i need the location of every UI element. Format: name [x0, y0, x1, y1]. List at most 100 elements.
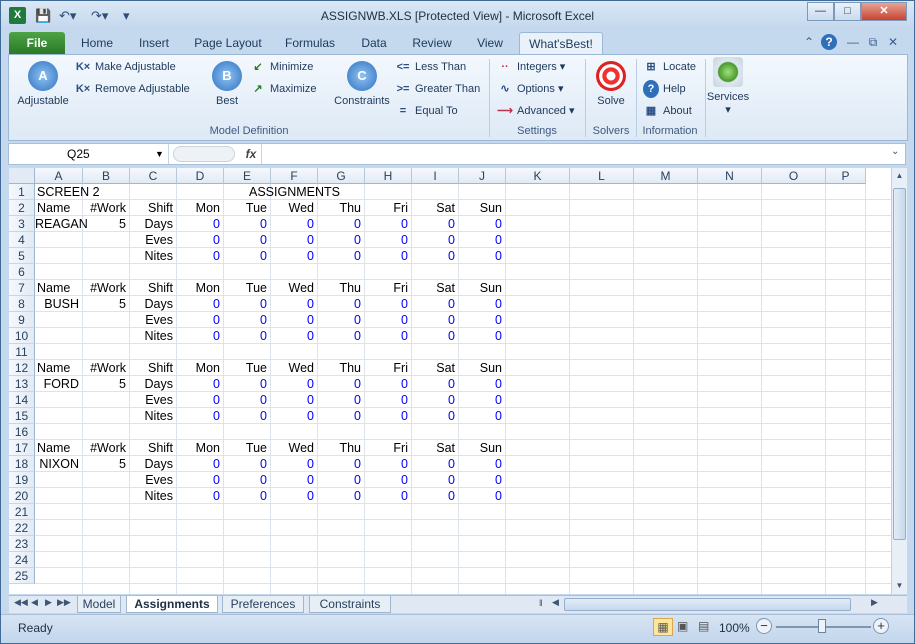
cell-person-name[interactable]: BUSH [35, 296, 79, 312]
row-header[interactable]: 5 [9, 248, 35, 264]
row-header[interactable]: 6 [9, 264, 35, 280]
cell-day-header[interactable]: Tue [224, 360, 267, 376]
cell-assignment-value[interactable]: 0 [224, 312, 267, 328]
cell-day-header[interactable]: Mon [177, 440, 220, 456]
cell-assignment-value[interactable]: 0 [224, 296, 267, 312]
cell-assignment-value[interactable]: 0 [412, 456, 455, 472]
cell-work-count[interactable]: 5 [83, 216, 126, 232]
row-header[interactable]: 12 [9, 360, 35, 376]
expand-formula-bar-icon[interactable]: ⌄ [891, 146, 899, 157]
tab-review[interactable]: Review [405, 32, 459, 54]
best-button[interactable]: B Best [207, 61, 247, 107]
page-break-view-icon[interactable]: ▤ [698, 619, 709, 633]
cell-day-header[interactable]: Sat [412, 200, 455, 216]
help-icon[interactable]: ? [821, 34, 837, 50]
cell-assignment-value[interactable]: 0 [459, 216, 502, 232]
cell-assignment-value[interactable]: 0 [224, 408, 267, 424]
cell-assignment-value[interactable]: 0 [412, 232, 455, 248]
cell-day-header[interactable]: Tue [224, 440, 267, 456]
cell-assignment-value[interactable]: 0 [177, 216, 220, 232]
cell-shift-label[interactable]: Days [130, 376, 173, 392]
cell-assignment-value[interactable]: 0 [271, 312, 314, 328]
workbook-restore-icon[interactable]: ⧉ [865, 34, 881, 50]
cell-assignment-value[interactable]: 0 [412, 472, 455, 488]
cell-day-header[interactable]: Wed [271, 280, 314, 296]
cell-day-header[interactable]: Sat [412, 280, 455, 296]
cell-assignment-value[interactable]: 0 [224, 456, 267, 472]
column-header[interactable]: M [634, 168, 698, 184]
cell-day-header[interactable]: Tue [224, 200, 267, 216]
cell-assignment-value[interactable]: 0 [318, 232, 361, 248]
cell-assignment-value[interactable]: 0 [459, 488, 502, 504]
cell-assignment-value[interactable]: 0 [459, 232, 502, 248]
cell-assignment-value[interactable]: 0 [365, 472, 408, 488]
tab-split-handle-icon[interactable]: ‖ [539, 598, 543, 608]
row-header[interactable]: 4 [9, 232, 35, 248]
workbook-close-icon[interactable]: ✕ [885, 34, 901, 50]
cell-assignment-value[interactable]: 0 [412, 248, 455, 264]
cell-assignment-value[interactable]: 0 [459, 296, 502, 312]
cell-shift-label[interactable]: Nites [130, 328, 173, 344]
cell-assignment-value[interactable]: 0 [412, 296, 455, 312]
adjustable-button[interactable]: A Adjustable [13, 61, 73, 107]
cell-assignment-value[interactable]: 0 [412, 408, 455, 424]
cell-assignment-value[interactable]: 0 [271, 376, 314, 392]
cell-assignment-value[interactable]: 0 [271, 328, 314, 344]
cell-assignment-value[interactable]: 0 [459, 408, 502, 424]
cell-shift-label[interactable]: Days [130, 296, 173, 312]
first-sheet-icon[interactable]: ◀◀ [14, 597, 28, 608]
column-header[interactable]: L [570, 168, 634, 184]
cell-assignment-value[interactable]: 0 [365, 248, 408, 264]
workbook-minimize-icon[interactable]: — [845, 34, 861, 50]
cell-shift-header[interactable]: Shift [130, 200, 173, 216]
cell-work-header[interactable]: #Work [83, 280, 126, 296]
cell-assignment-value[interactable]: 0 [224, 392, 267, 408]
column-header[interactable]: E [224, 168, 271, 184]
make-adjustable-button[interactable]: K× Make Adjustable [75, 58, 176, 76]
integers-dropdown[interactable]: ·· Integers ▾ [497, 58, 565, 76]
cell-assignment-value[interactable]: 0 [412, 488, 455, 504]
row-header[interactable]: 11 [9, 344, 35, 360]
cell-day-header[interactable]: Sat [412, 440, 455, 456]
tab-home[interactable]: Home [71, 32, 123, 54]
row-header[interactable]: 3 [9, 216, 35, 232]
cell-assignment-value[interactable]: 0 [412, 392, 455, 408]
cell-assignment-value[interactable]: 0 [318, 296, 361, 312]
cell-assignment-value[interactable]: 0 [365, 456, 408, 472]
cell-assignment-value[interactable]: 0 [271, 408, 314, 424]
cell-work-count[interactable]: 5 [83, 456, 126, 472]
cell-day-header[interactable]: Thu [318, 440, 361, 456]
cell-shift-label[interactable]: Days [130, 456, 173, 472]
scroll-right-icon[interactable]: ▶ [871, 597, 878, 608]
cell-assignment-value[interactable]: 0 [224, 248, 267, 264]
row-header[interactable]: 2 [9, 200, 35, 216]
cell-assignment-value[interactable]: 0 [318, 488, 361, 504]
cell-day-header[interactable]: Thu [318, 200, 361, 216]
scroll-up-icon[interactable]: ▲ [892, 168, 907, 184]
zoom-in-icon[interactable]: + [873, 618, 889, 634]
cell-shift-label[interactable]: Eves [130, 472, 173, 488]
cell-day-header[interactable]: Wed [271, 200, 314, 216]
cell-assignment-value[interactable]: 0 [177, 312, 220, 328]
cell-assignment-value[interactable]: 0 [318, 328, 361, 344]
cell-shift-header[interactable]: Shift [130, 360, 173, 376]
cell-work-count[interactable]: 5 [83, 376, 126, 392]
cell-work-header[interactable]: #Work [83, 440, 126, 456]
minimize-button[interactable]: ↙ Minimize [250, 58, 313, 76]
cell-assignment-value[interactable]: 0 [412, 312, 455, 328]
cell-assignment-value[interactable]: 0 [365, 216, 408, 232]
cell-day-header[interactable]: Fri [365, 360, 408, 376]
minimize-ribbon-icon[interactable]: ⌃ [801, 34, 817, 50]
zoom-slider-thumb[interactable] [818, 619, 826, 633]
cell-assignment-value[interactable]: 0 [318, 376, 361, 392]
cell-screen-label[interactable]: SCREEN 2 [37, 184, 153, 200]
cell-day-header[interactable]: Mon [177, 360, 220, 376]
cell-shift-header[interactable]: Shift [130, 280, 173, 296]
cell-assignment-value[interactable]: 0 [365, 376, 408, 392]
cell-assignment-value[interactable]: 0 [459, 312, 502, 328]
cell-assignment-value[interactable]: 0 [177, 232, 220, 248]
cell-assignment-value[interactable]: 0 [318, 312, 361, 328]
tab-view[interactable]: View [467, 32, 513, 54]
row-header[interactable]: 19 [9, 472, 35, 488]
row-header[interactable]: 13 [9, 376, 35, 392]
